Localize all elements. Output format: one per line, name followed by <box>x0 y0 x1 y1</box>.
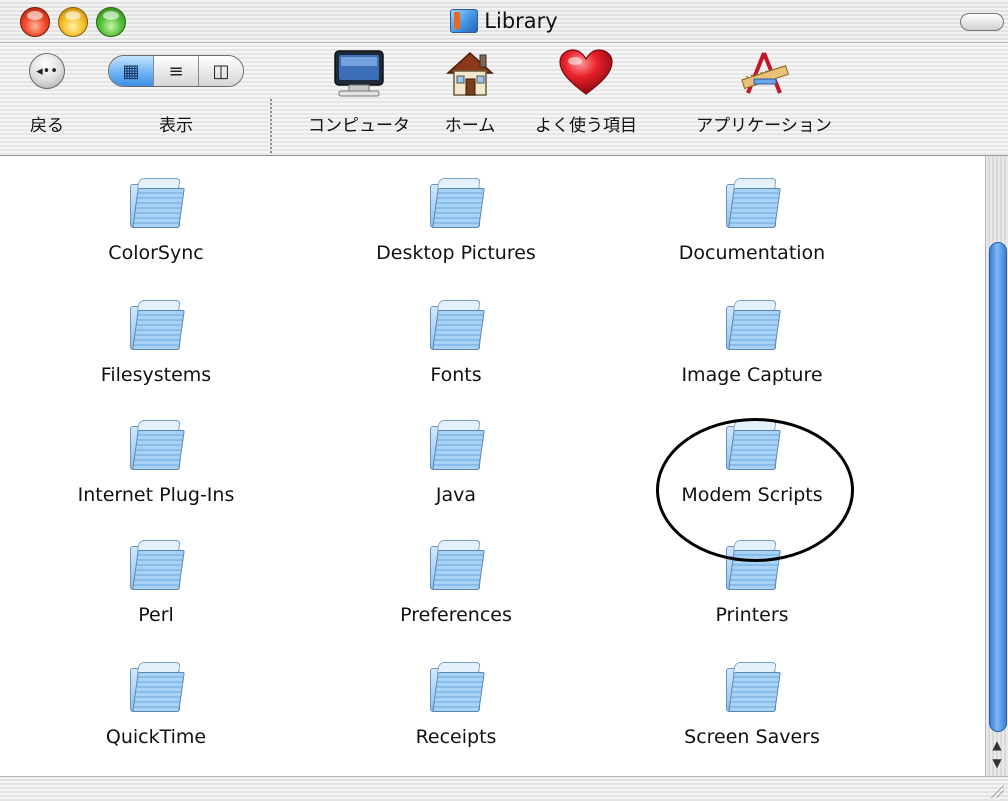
folder-icon <box>430 420 485 470</box>
folder-name: Fonts <box>430 364 482 386</box>
folder-icon <box>130 178 185 228</box>
window-title: Library <box>484 9 558 33</box>
icon-view-icon[interactable]: ▦ <box>109 56 154 86</box>
folder-item[interactable]: Java <box>306 420 606 506</box>
folder-name: Receipts <box>415 726 497 748</box>
folder-icon <box>130 540 185 590</box>
folder-name: Internet Plug-Ins <box>77 484 235 506</box>
scroll-track-top <box>988 158 1006 176</box>
applications-icon <box>741 52 790 94</box>
folder-name: Perl <box>138 604 174 626</box>
folder-icon <box>430 300 485 350</box>
folder-item[interactable]: Filesystems <box>6 300 306 386</box>
back-label: 戻る <box>30 116 64 136</box>
resize-grip-icon[interactable] <box>988 782 1004 798</box>
folder-item[interactable]: Receipts <box>306 662 606 748</box>
folder-icon <box>430 178 485 228</box>
computer-button[interactable]: コンピュータ <box>292 49 426 145</box>
home-button[interactable]: ホーム <box>432 49 508 145</box>
folder-name: Filesystems <box>100 364 212 386</box>
folder-name: Java <box>435 484 477 506</box>
toolbar-toggle-button[interactable] <box>960 13 1004 31</box>
folder-name: Desktop Pictures <box>376 242 536 264</box>
folder-item[interactable]: Screen Savers <box>602 662 902 748</box>
folder-name: QuickTime <box>105 726 207 748</box>
favorites-heart-icon <box>559 49 613 95</box>
folder-item[interactable]: Internet Plug-Ins <box>6 420 306 506</box>
view-segmented-control[interactable]: ▦ ≡ ◫ <box>108 55 244 87</box>
view-control: ▦ ≡ ◫ 表示 <box>108 55 244 145</box>
folder-name: Screen Savers <box>684 726 820 748</box>
finder-window: Library ◂•• 戻る ▦ ≡ ◫ 表示 コンピュータ ホーム よく使う項… <box>0 0 1008 801</box>
folder-item[interactable]: Image Capture <box>602 300 902 386</box>
folder-icon <box>726 662 781 712</box>
highlight-circle <box>656 418 854 562</box>
folder-item[interactable]: Desktop Pictures <box>306 178 606 264</box>
folder-item[interactable]: ColorSync <box>6 178 306 264</box>
toolbar: ◂•• 戻る ▦ ≡ ◫ 表示 コンピュータ ホーム よく使う項目 アプリケーシ… <box>0 43 1008 193</box>
computer-icon <box>334 50 384 97</box>
folder-item[interactable]: QuickTime <box>6 662 306 748</box>
window-title-area: Library <box>0 0 1008 42</box>
scrollbar-thumb[interactable] <box>989 242 1007 732</box>
folder-icon <box>430 540 485 590</box>
folder-icon <box>130 300 185 350</box>
library-folder-icon <box>450 9 479 33</box>
folder-name: Preferences <box>400 604 512 626</box>
folder-item[interactable]: Perl <box>6 540 306 626</box>
folder-icon <box>430 662 485 712</box>
folder-icon <box>130 662 185 712</box>
applications-label: アプリケーション <box>696 116 832 136</box>
folder-icon <box>726 300 781 350</box>
list-view-icon[interactable]: ≡ <box>154 56 199 86</box>
title-bar[interactable]: Library <box>0 0 1008 43</box>
favorites-button[interactable]: よく使う項目 <box>506 49 666 145</box>
folder-icon <box>130 420 185 470</box>
column-view-icon[interactable]: ◫ <box>199 56 243 86</box>
folder-item[interactable]: Documentation <box>602 178 902 264</box>
folder-item[interactable]: Preferences <box>306 540 606 626</box>
folder-name: Documentation <box>678 242 826 264</box>
back-arrow-icon: ◂•• <box>29 53 65 89</box>
folder-name: ColorSync <box>108 242 204 264</box>
folder-icon <box>726 178 781 228</box>
computer-label: コンピュータ <box>308 116 410 136</box>
back-button[interactable]: ◂•• 戻る <box>14 53 80 143</box>
scroll-up-arrow-icon[interactable]: ▲ <box>988 736 1006 754</box>
favorites-label: よく使う項目 <box>535 116 637 136</box>
folder-name: Printers <box>715 604 789 626</box>
home-icon <box>446 51 494 96</box>
scroll-down-arrow-icon[interactable]: ▼ <box>988 754 1006 772</box>
home-label: ホーム <box>444 116 496 136</box>
applications-button[interactable]: アプリケーション <box>672 49 856 145</box>
folder-item[interactable]: Fonts <box>306 300 606 386</box>
view-label: 表示 <box>159 116 193 136</box>
vertical-scrollbar[interactable]: ▲ ▼ <box>985 156 1008 776</box>
folder-name: Image Capture <box>681 364 823 386</box>
status-bar <box>0 776 1008 801</box>
